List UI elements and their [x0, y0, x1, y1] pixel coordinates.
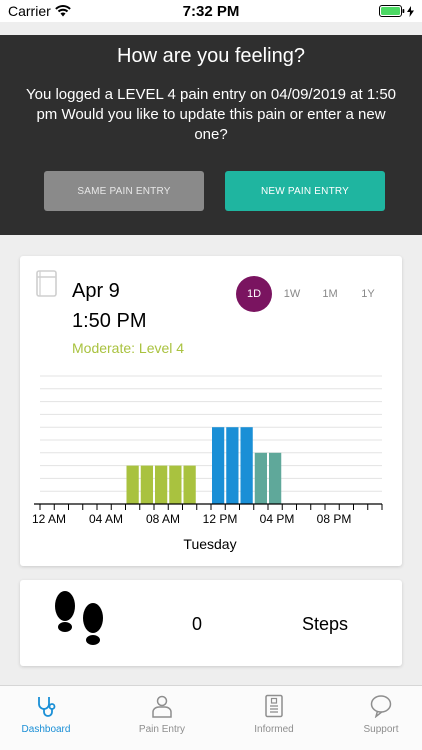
chart-tick-label: 04 AM	[89, 512, 123, 526]
steps-label: Steps	[302, 614, 349, 634]
steps-count: 0	[192, 614, 203, 634]
tab-bar: Dashboard Pain Entry Informed Support	[0, 685, 422, 750]
chart-tick-label: 08 PM	[317, 512, 352, 526]
steps-card: 0 Steps	[20, 580, 402, 666]
pain-prompt-banner: How are you feeling? You logged a LEVEL …	[0, 35, 422, 235]
stethoscope-icon	[38, 697, 56, 717]
chart-tick-label: 12 PM	[203, 512, 238, 526]
tab-informed-label: Informed	[254, 724, 294, 735]
chart-tick-label: 08 AM	[146, 512, 180, 526]
chart-bar	[240, 427, 253, 504]
battery-icon	[379, 5, 414, 17]
chart-bar	[183, 465, 196, 504]
tab-support[interactable]: Support	[336, 694, 422, 735]
document-icon	[265, 694, 283, 718]
chart-bar	[140, 465, 153, 504]
pain-bar-chart: 12 AM 04 AM 08 AM 12 PM 04 PM 08 PM Tuesday	[32, 375, 383, 552]
entry-date: Apr 9	[72, 280, 120, 302]
chat-bubble-icon	[370, 695, 392, 718]
status-time: 7:32 PM	[182, 3, 240, 20]
entry-pain-level: Moderate: Level 4	[72, 340, 185, 356]
footprints-icon	[55, 591, 103, 645]
pain-history-card: Apr 9 1:50 PM Moderate: Level 4 1D 1W 1M…	[20, 256, 402, 566]
entry-time: 1:50 PM	[72, 310, 147, 332]
chart-bar	[254, 452, 267, 504]
chart-x-axis-label: Tuesday	[183, 536, 236, 552]
person-icon	[152, 695, 172, 718]
chart-bar	[169, 465, 182, 504]
chart-axis	[34, 503, 383, 510]
chart-tick-label: 12 AM	[32, 512, 66, 526]
chart-bar	[155, 465, 168, 504]
tab-support-label: Support	[363, 724, 399, 735]
chart-bar	[126, 465, 139, 504]
tab-pain-entry[interactable]: Pain Entry	[117, 694, 207, 735]
period-1w-button[interactable]: 1W	[274, 276, 310, 312]
chart-bar	[269, 452, 282, 504]
period-1m-button[interactable]: 1M	[312, 276, 348, 312]
chart-bar	[212, 427, 225, 504]
journal-icon	[36, 270, 57, 297]
chart-tick-label: 04 PM	[260, 512, 295, 526]
tab-dashboard-label: Dashboard	[21, 724, 71, 735]
period-1y-button[interactable]: 1Y	[350, 276, 386, 312]
tab-informed[interactable]: Informed	[229, 694, 319, 735]
prompt-title: How are you feeling?	[117, 45, 305, 67]
status-bar: Carrier 7:32 PM	[0, 0, 422, 22]
chart-grid	[40, 375, 382, 492]
tab-pain-entry-label: Pain Entry	[138, 724, 186, 735]
new-pain-entry-button[interactable]: NEW PAIN ENTRY	[225, 171, 385, 211]
prompt-message: You logged a LEVEL 4 pain entry on 04/09…	[25, 86, 397, 143]
tab-dashboard[interactable]: Dashboard	[1, 694, 91, 735]
same-pain-entry-button[interactable]: SAME PAIN ENTRY	[44, 171, 204, 211]
charging-icon	[407, 5, 414, 17]
chart-tick-labels: 12 AM 04 AM 08 AM 12 PM 04 PM 08 PM	[32, 512, 351, 526]
period-1d-button[interactable]: 1D	[236, 276, 272, 312]
chart-bar	[226, 427, 239, 504]
